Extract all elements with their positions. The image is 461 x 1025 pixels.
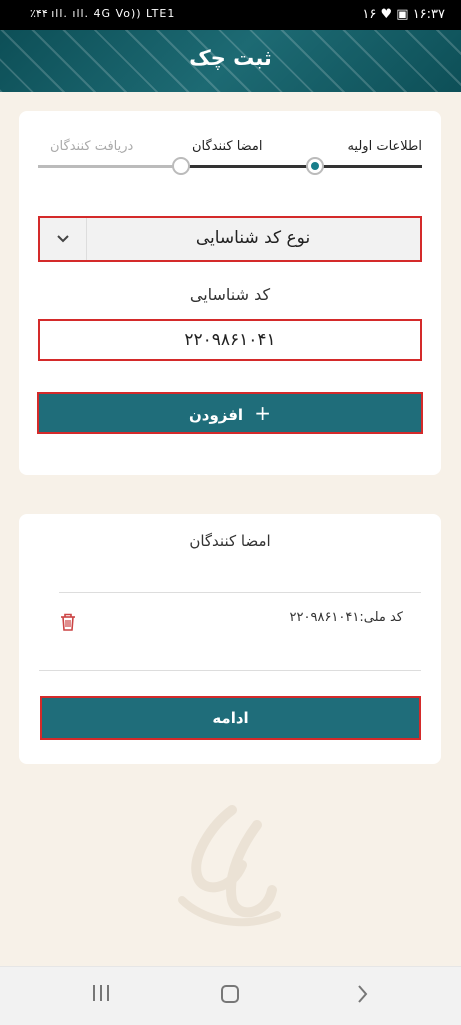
brand-logo-watermark [178, 805, 281, 927]
stepper: اطلاعات اولیه امضا کنندگان دریافت کنندگا… [38, 131, 422, 181]
signer-form-card: اطلاعات اولیه امضا کنندگان دریافت کنندگا… [19, 111, 441, 475]
status-left: ٪۴۴ ıll. ıll. 4G Vo)) LTE1 [30, 7, 176, 20]
recent-apps-icon[interactable] [87, 983, 115, 1009]
back-icon[interactable] [348, 983, 376, 1009]
stepper-track-done [181, 165, 422, 168]
page-title: ثبت چک [189, 46, 272, 70]
id-type-value: نوع کد شناسایی [195, 228, 311, 248]
divider [39, 670, 421, 671]
signers-title: امضا کنندگان [189, 532, 271, 550]
step-dot-receivers [172, 157, 190, 175]
step-label-initial-info: اطلاعات اولیه [347, 139, 422, 154]
step-label-signers: امضا کنندگان [192, 139, 263, 154]
step-label-receivers: دریافت کنندگان [50, 139, 134, 154]
divider [59, 592, 421, 593]
app-header: ثبت چک [0, 30, 461, 92]
continue-button[interactable]: ادامه [40, 696, 421, 740]
status-bar: ٪۴۴ ıll. ıll. 4G Vo)) LTE1 ۱۶ ♥ ▣ ۱۶:۳۷ [0, 0, 461, 30]
id-code-label: کد شناسایی [189, 285, 271, 304]
add-signer-button[interactable]: افزودن + [37, 392, 423, 434]
step-dot-signers [306, 157, 324, 175]
id-code-input[interactable]: ۲۲۰۹۸۶۱۰۴۱ [38, 319, 422, 361]
status-right: ۱۶ ♥ ▣ ۱۶:۳۷ [362, 7, 445, 22]
home-icon[interactable] [216, 983, 244, 1009]
plus-icon: + [254, 401, 272, 425]
id-type-select[interactable]: نوع کد شناسایی [38, 216, 422, 262]
signer-national-id: کد ملی:۲۲۰۹۸۶۱۰۴۱ [289, 610, 403, 625]
stepper-track-pending [38, 165, 181, 168]
system-nav-bar [0, 966, 461, 1025]
chevron-down-icon[interactable] [40, 218, 87, 260]
signers-list-card: امضا کنندگان کد ملی:۲۲۰۹۸۶۱۰۴۱ ادامه [19, 514, 441, 764]
add-button-label: افزودن [188, 406, 244, 424]
trash-icon[interactable] [59, 612, 77, 636]
